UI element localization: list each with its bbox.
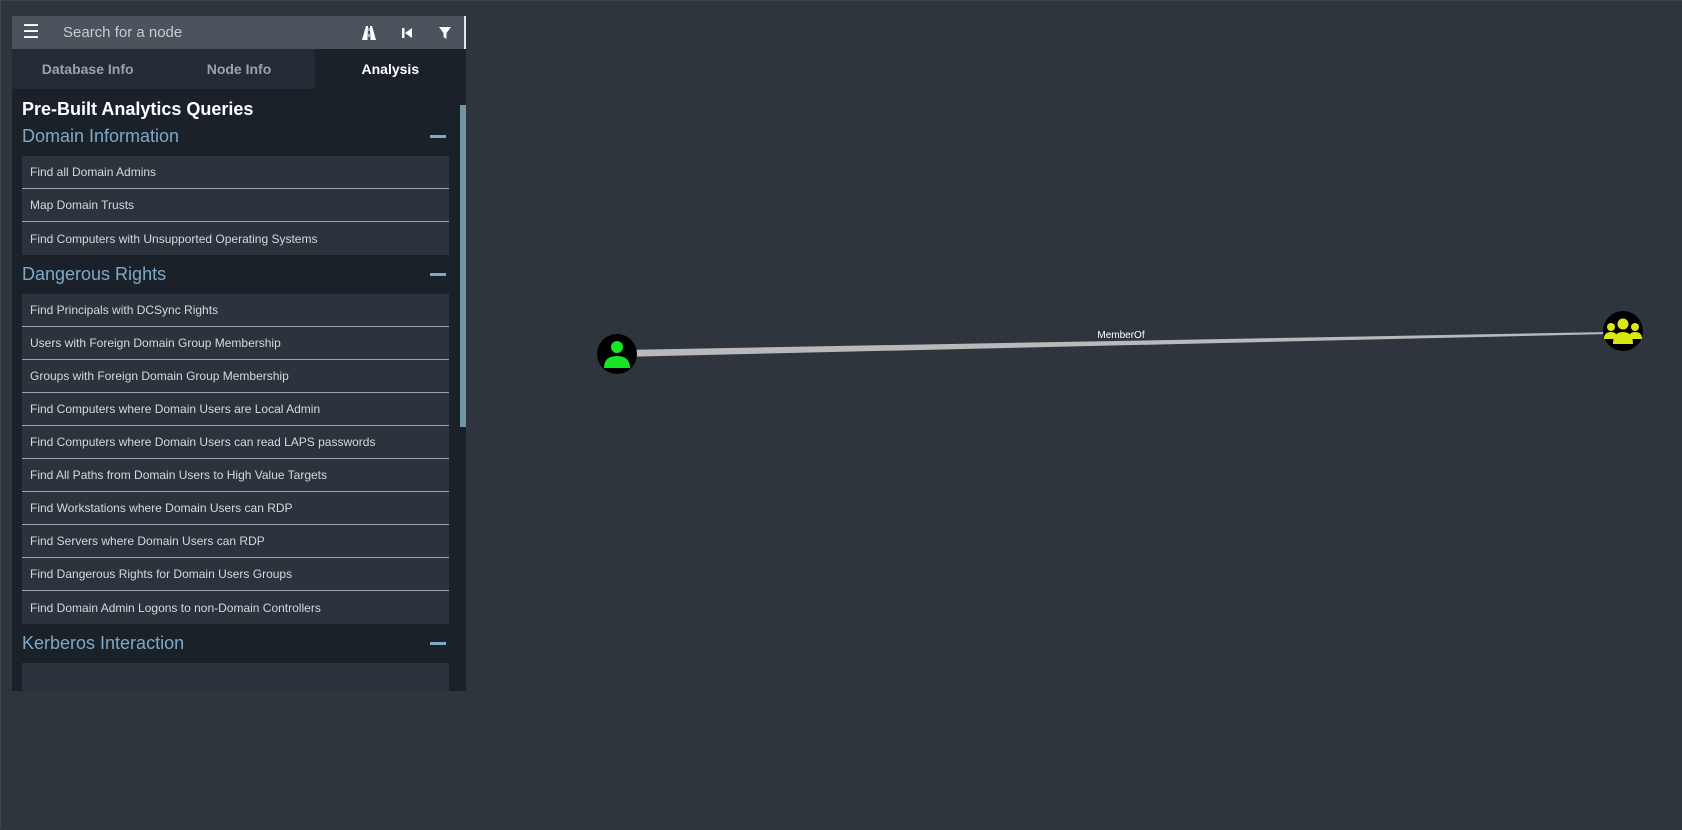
- road-icon: [362, 25, 376, 40]
- query-item[interactable]: Find Computers with Unsupported Operatin…: [22, 222, 449, 255]
- query-item[interactable]: Find Computers where Domain Users are Lo…: [22, 393, 449, 426]
- back-button[interactable]: [388, 16, 426, 49]
- edge-label-memberof: MemberOf: [1097, 330, 1144, 341]
- filter-button[interactable]: [426, 16, 464, 49]
- section-title: Dangerous Rights: [22, 264, 167, 284]
- query-item[interactable]: Find Computers where Domain Users can re…: [22, 426, 449, 459]
- query-item[interactable]: Find Principals with DCSync Rights: [22, 294, 449, 327]
- query-item[interactable]: Find Workstations where Domain Users can…: [22, 492, 449, 525]
- query-item[interactable]: Find Servers where Domain Users can RDP: [22, 525, 449, 558]
- query-item[interactable]: [22, 663, 449, 691]
- search-input[interactable]: [50, 16, 350, 49]
- search-bar: ☰: [12, 16, 466, 49]
- query-list: [22, 663, 449, 691]
- query-item[interactable]: Users with Foreign Domain Group Membersh…: [22, 327, 449, 360]
- section-title: Kerberos Interaction: [22, 633, 185, 653]
- section-header-kerberos-interaction[interactable]: Kerberos Interaction: [22, 629, 449, 658]
- section-header-domain-information[interactable]: Domain Information: [22, 122, 449, 151]
- user-node[interactable]: [597, 334, 637, 374]
- collapse-icon[interactable]: [430, 135, 446, 138]
- tab-analysis[interactable]: Analysis: [314, 49, 466, 89]
- analysis-content: Pre-Built Analytics Queries Domain Infor…: [12, 89, 466, 691]
- query-item[interactable]: Map Domain Trusts: [22, 189, 449, 222]
- query-item[interactable]: Groups with Foreign Domain Group Members…: [22, 360, 449, 393]
- filter-icon: [439, 26, 451, 39]
- group-node[interactable]: [1603, 311, 1643, 351]
- collapse-icon[interactable]: [430, 273, 446, 276]
- query-item[interactable]: Find All Paths from Domain Users to High…: [22, 459, 449, 492]
- step-back-icon: [402, 27, 412, 38]
- query-item[interactable]: Find Domain Admin Logons to non-Domain C…: [22, 591, 449, 624]
- tab-node-info[interactable]: Node Info: [163, 49, 315, 89]
- hamburger-icon: ☰: [22, 22, 40, 43]
- collapse-icon[interactable]: [430, 642, 446, 645]
- query-list: Find Principals with DCSync Rights Users …: [22, 294, 449, 624]
- scrollbar-thumb[interactable]: [460, 105, 466, 427]
- query-item[interactable]: Find Dangerous Rights for Domain Users G…: [22, 558, 449, 591]
- menu-button[interactable]: ☰: [12, 16, 50, 49]
- section-header-dangerous-rights[interactable]: Dangerous Rights: [22, 260, 449, 289]
- side-panel: ☰ Database InfoNode InfoAnalysis: [12, 16, 466, 691]
- tab-database-info[interactable]: Database Info: [12, 49, 164, 89]
- query-item[interactable]: Find all Domain Admins: [22, 156, 449, 189]
- query-sections: Domain Information Find all Domain Admins…: [22, 122, 449, 691]
- prebuilt-queries-title: Pre-Built Analytics Queries: [22, 99, 254, 119]
- panel-tabs: Database Info Node Info Analysis: [12, 49, 466, 89]
- section-title: Domain Information: [22, 126, 180, 146]
- pathfinding-button[interactable]: [350, 16, 388, 49]
- query-list: Find all Domain Admins Map Domain Trusts F…: [22, 156, 449, 255]
